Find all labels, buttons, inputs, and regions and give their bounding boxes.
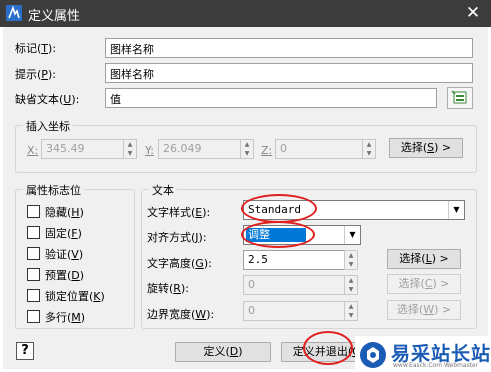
multiline-checkbox[interactable]: [27, 310, 40, 323]
x-spinner[interactable]: ▲ ▼: [123, 139, 137, 159]
text-height-spinner[interactable]: ▲ ▼: [344, 250, 358, 270]
text-settings-title: 文本: [149, 182, 177, 198]
window-title: 定义属性: [28, 9, 81, 24]
y-input[interactable]: 26.049: [158, 139, 244, 159]
define-attribute-dialog: 标记(T): 图样名称 提示(P): 图样名称 缺省文本(U): 值 插入坐标 …: [3, 27, 488, 369]
rotation-select-button[interactable]: 选择(C) >: [387, 274, 461, 294]
preset-label: 预置(D): [45, 269, 85, 282]
border-width-select-button[interactable]: 选择(W) >: [387, 300, 461, 320]
insert-select-button[interactable]: 选择(S) >: [389, 138, 463, 158]
watermark-url: www.Easck.Com Webmaster: [393, 362, 479, 369]
default-text-input[interactable]: 值: [105, 88, 437, 108]
chevron-down-icon[interactable]: ▼: [448, 201, 464, 219]
rotation-input[interactable]: 0: [243, 275, 347, 295]
text-height-label: 文字高度(G):: [147, 257, 212, 270]
border-width-input[interactable]: 0: [243, 301, 347, 321]
close-button[interactable]: ✕: [462, 3, 484, 23]
attribute-flags-title: 属性标志位: [23, 182, 84, 198]
constant-checkbox[interactable]: [27, 226, 40, 239]
insert-field-icon: [451, 90, 467, 104]
chevron-down-icon[interactable]: ▼: [344, 226, 360, 244]
verify-checkbox[interactable]: [27, 247, 40, 260]
z-input[interactable]: 0: [275, 139, 365, 159]
tag-input[interactable]: 图样名称: [105, 38, 473, 58]
watermark: 易采站长站 www.Easck.Com Webmaster: [355, 336, 491, 372]
insert-field-button[interactable]: [447, 87, 473, 109]
prompt-input[interactable]: 图样名称: [105, 63, 473, 83]
y-spinner[interactable]: ▲ ▼: [240, 139, 254, 159]
border-width-spinner[interactable]: ▲ ▼: [344, 301, 358, 321]
title-bar: 定义属性 ✕: [0, 0, 491, 27]
text-style-combo[interactable]: Standard ▼: [243, 200, 465, 220]
tag-label: 标记(T):: [15, 42, 57, 55]
lock-position-checkbox[interactable]: [27, 289, 40, 302]
hidden-checkbox[interactable]: [27, 205, 40, 218]
preset-checkbox[interactable]: [27, 268, 40, 281]
y-label: Y:: [145, 144, 154, 157]
border-width-label: 边界宽度(W):: [147, 308, 215, 321]
constant-label: 固定(F): [45, 227, 82, 240]
text-style-label: 文字样式(E):: [147, 206, 211, 219]
hidden-label: 隐藏(H): [45, 206, 84, 219]
prompt-label: 提示(P):: [15, 68, 56, 81]
z-label: Z:: [261, 144, 273, 157]
x-input[interactable]: 345.49: [41, 139, 125, 159]
text-height-input[interactable]: 2.5: [243, 250, 347, 270]
watermark-logo-icon: [360, 342, 386, 368]
x-label: X:: [27, 144, 39, 157]
justify-label: 对齐方式(J):: [147, 231, 207, 244]
multiline-label: 多行(M): [45, 311, 86, 324]
help-button[interactable]: ?: [16, 342, 34, 360]
rotation-spinner[interactable]: ▲ ▼: [344, 275, 358, 295]
default-text-label: 缺省文本(U):: [15, 93, 80, 106]
rotation-label: 旋转(R):: [147, 282, 189, 295]
z-spinner[interactable]: ▲ ▼: [362, 139, 376, 159]
justify-combo[interactable]: 调整 ▼: [243, 225, 361, 245]
app-icon: [6, 5, 22, 21]
text-height-select-button[interactable]: 选择(L) >: [387, 249, 461, 269]
verify-label: 验证(V): [45, 248, 84, 261]
define-button[interactable]: 定义(D): [175, 342, 271, 362]
insert-point-title: 插入坐标: [23, 118, 73, 134]
lock-position-label: 锁定位置(K): [45, 290, 105, 303]
